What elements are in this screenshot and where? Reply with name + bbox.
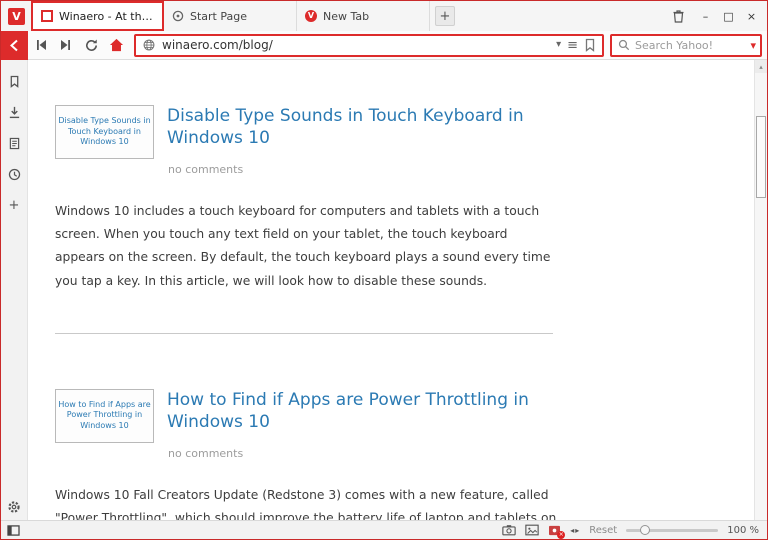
notes-panel-icon[interactable] — [6, 135, 22, 151]
capture-page-icon[interactable] — [502, 524, 516, 536]
blog-list: Disable Type Sounds in Touch Keyboard in… — [28, 60, 767, 520]
post-header-row: How to Find if Apps are Power Throttling… — [55, 388, 712, 460]
search-field[interactable]: ▾ — [610, 33, 762, 57]
toggle-images-icon[interactable] — [525, 524, 539, 536]
panel-toggle-icon[interactable] — [7, 524, 20, 536]
vivaldi-menu-button[interactable]: V — [8, 7, 25, 25]
fast-forward-button[interactable] — [54, 33, 78, 57]
reader-view-icon[interactable]: ≡ — [567, 39, 578, 52]
zoom-level: 100 % — [727, 524, 759, 536]
post-meta: How to Find if Apps are Power Throttling… — [167, 389, 562, 460]
tab-label: Winaero - At the edge of tw — [59, 9, 154, 23]
add-panel-icon[interactable]: + — [6, 197, 22, 213]
scroll-up-button[interactable]: ▴ — [755, 60, 767, 73]
search-engine-dropdown-icon[interactable]: ▾ — [750, 39, 756, 52]
address-bar[interactable]: ▾ ≡ — [134, 33, 604, 57]
browser-window: V Winaero - At the edge of tw Start Page… — [0, 0, 768, 540]
url-dropdown-icon[interactable]: ▾ — [556, 40, 561, 50]
downloads-panel-icon[interactable] — [6, 104, 22, 120]
post-thumbnail[interactable]: Disable Type Sounds in Touch Keyboard in… — [55, 105, 154, 159]
vivaldi-favicon-icon: V — [305, 10, 317, 22]
minimize-button[interactable]: – — [694, 5, 717, 27]
blocked-badge-icon: × — [557, 530, 566, 539]
tab-label: New Tab — [323, 9, 370, 23]
scrollbar-thumb[interactable] — [756, 116, 766, 198]
post-title-link[interactable]: How to Find if Apps are Power Throttling… — [167, 389, 562, 433]
zoom-slider-thumb[interactable] — [640, 524, 651, 535]
post-header-row: Disable Type Sounds in Touch Keyboard in… — [55, 105, 712, 176]
globe-icon — [143, 39, 155, 51]
web-page-content: Disable Type Sounds in Touch Keyboard in… — [28, 60, 767, 520]
rewind-button[interactable] — [29, 33, 53, 57]
tab-new-tab[interactable]: V New Tab — [297, 1, 430, 31]
tab-winaero[interactable]: Winaero - At the edge of tw — [31, 1, 164, 31]
tab-start-page[interactable]: Start Page — [164, 1, 297, 31]
reload-button[interactable] — [79, 33, 103, 57]
search-input[interactable] — [635, 38, 746, 52]
post-thumbnail-text: How to Find if Apps are Power Throttling… — [58, 400, 151, 430]
home-button[interactable] — [104, 33, 128, 57]
history-panel-icon[interactable] — [6, 166, 22, 182]
post-thumbnail[interactable]: How to Find if Apps are Power Throttling… — [55, 388, 154, 443]
status-bar: × ◂▸ Reset 100 % — [1, 520, 767, 539]
post-comments[interactable]: no comments — [168, 163, 562, 176]
post-thumbnail-text: Disable Type Sounds in Touch Keyboard in… — [58, 116, 151, 147]
titlebar-right: – □ × — [666, 5, 763, 27]
post-excerpt: Windows 10 includes a touch keyboard for… — [55, 204, 551, 288]
post-comments[interactable]: no comments — [168, 447, 562, 460]
new-tab-button[interactable]: + — [435, 6, 455, 26]
status-bar-right: × ◂▸ Reset 100 % — [502, 524, 759, 539]
post-meta: Disable Type Sounds in Touch Keyboard in… — [167, 105, 562, 176]
tab-tiling-icon[interactable]: ◂▸ — [570, 526, 580, 535]
winaero-favicon-icon — [41, 10, 53, 22]
back-chevron-icon — [10, 39, 18, 51]
start-page-favicon-icon — [172, 10, 184, 22]
close-button[interactable]: × — [740, 5, 763, 27]
vertical-scrollbar[interactable]: ▴ — [754, 60, 767, 520]
blog-post: Disable Type Sounds in Touch Keyboard in… — [55, 60, 712, 334]
blocked-content-icon[interactable]: × — [548, 525, 566, 539]
post-excerpt: Windows 10 Fall Creators Update (Redston… — [55, 487, 557, 520]
settings-gear-icon[interactable] — [6, 499, 22, 515]
maximize-button[interactable]: □ — [717, 5, 740, 27]
titlebar: V Winaero - At the edge of tw Start Page… — [1, 1, 767, 31]
bookmarks-panel-icon[interactable] — [6, 73, 22, 89]
panel-sidebar: + — [1, 60, 28, 520]
main-area: + Disable Type Sounds in Touch Keyboard … — [1, 60, 767, 520]
trash-closed-tabs-icon[interactable] — [666, 5, 690, 27]
navigation-bar: ▾ ≡ ▾ — [1, 30, 767, 60]
search-icon — [618, 39, 630, 51]
blog-post: How to Find if Apps are Power Throttling… — [55, 334, 712, 520]
window-controls: – □ × — [694, 5, 763, 27]
post-title-link[interactable]: Disable Type Sounds in Touch Keyboard in… — [167, 105, 562, 149]
zoom-slider[interactable] — [626, 524, 719, 535]
back-button[interactable] — [1, 30, 28, 60]
zoom-reset-button[interactable]: Reset — [589, 525, 617, 536]
tab-strip: Winaero - At the edge of tw Start Page V… — [31, 1, 430, 31]
url-input[interactable] — [162, 38, 551, 52]
bookmark-icon[interactable] — [584, 38, 596, 52]
tab-label: Start Page — [190, 9, 247, 23]
